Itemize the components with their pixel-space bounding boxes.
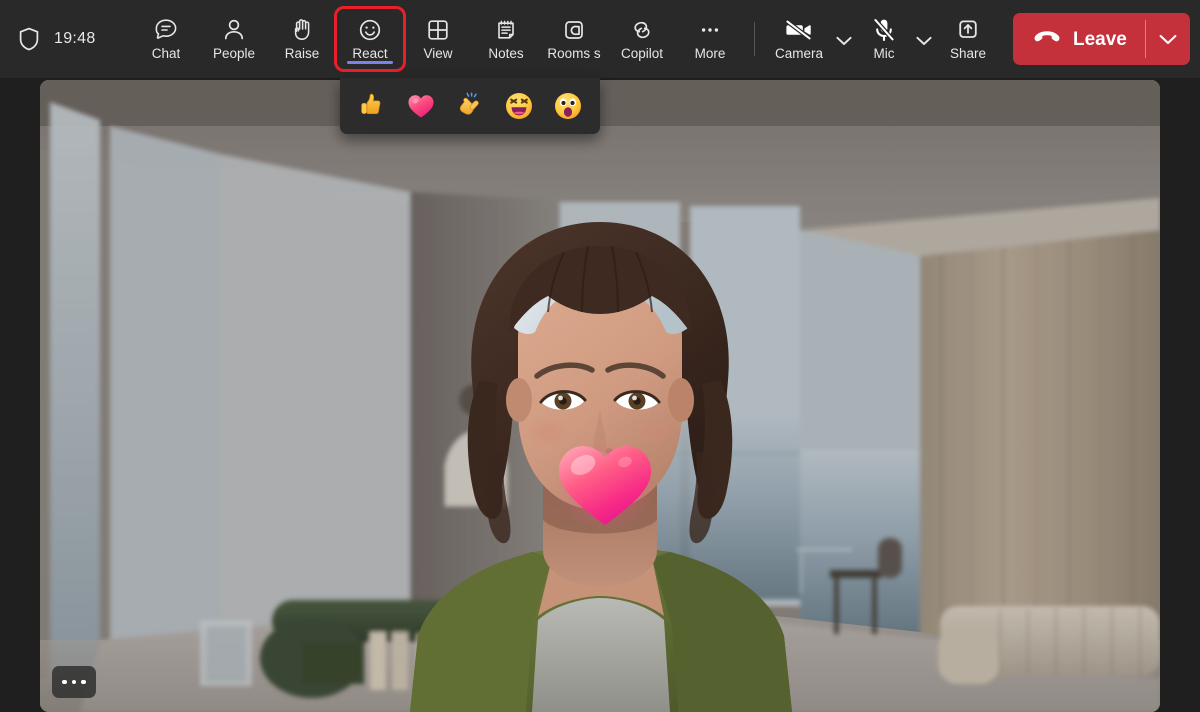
toolbar-button-mic[interactable]: Mic [857,8,911,70]
mic-control-group: Mic [857,8,937,70]
toolbar-button-raise[interactable]: Raise [268,8,336,70]
virtual-background-scene [40,80,1160,712]
teams-meeting-window: 19:48 Chat [0,0,1200,712]
chevron-down-icon [916,36,932,46]
toolbar-button-chat[interactable]: Chat [132,8,200,70]
toolbar-label-rooms: Rooms s [547,46,600,61]
reaction-applause[interactable] [451,87,489,125]
toolbar-label-view: View [423,46,452,61]
toolbar-label-camera: Camera [775,46,823,61]
leave-options-chevron[interactable] [1146,13,1190,65]
camera-off-icon [784,17,814,43]
smiley-face-icon [357,17,383,43]
toolbar-label-more: More [695,46,726,61]
meeting-timer: 19:48 [54,31,96,47]
chat-bubble-icon [153,17,179,43]
chevron-down-icon [836,36,852,46]
raised-hand-icon [289,17,315,43]
leave-button-label: Leave [1073,30,1127,49]
toolbar-label-share: Share [950,46,986,61]
toolbar-button-share[interactable]: Share [937,8,999,70]
meeting-stage [0,78,1200,712]
reaction-surprised[interactable] [549,87,587,125]
hang-up-icon [1033,28,1061,51]
camera-control-group: Camera [767,8,857,70]
mic-options-chevron[interactable] [911,13,937,69]
toolbar-label-raise: Raise [285,46,320,61]
leave-meeting-button[interactable]: Leave [1013,13,1190,65]
toolbar-right-group: Leave [999,13,1190,65]
camera-options-chevron[interactable] [831,13,857,69]
breakout-rooms-icon [561,17,587,43]
reaction-laugh[interactable] [500,87,538,125]
toolbar-label-mic: Mic [874,46,895,61]
copilot-icon [629,17,655,43]
toolbar-left-group: 19:48 [18,27,138,51]
ellipsis-icon [697,17,723,43]
reactions-popup [340,78,600,134]
toolbar-label-copilot: Copilot [621,46,663,61]
toolbar-divider [754,22,755,56]
leave-button-main[interactable]: Leave [1013,13,1145,65]
tile-more-options-button[interactable] [52,666,96,698]
toolbar-button-react[interactable]: React [336,8,404,70]
toolbar-button-rooms[interactable]: Rooms s [540,8,608,70]
reaction-heart[interactable] [402,87,440,125]
toolbar-label-chat: Chat [152,46,181,61]
reaction-thumbs-up[interactable] [353,87,391,125]
notepad-icon [493,17,519,43]
toolbar-button-camera[interactable]: Camera [767,8,831,70]
toolbar-button-copilot[interactable]: Copilot [608,8,676,70]
share-screen-icon [955,17,981,43]
toolbar-center-group: Chat People [132,8,999,70]
toolbar-button-view[interactable]: View [404,8,472,70]
meeting-toolbar: 19:48 Chat [0,0,1200,78]
grid-layout-icon [425,17,451,43]
toolbar-button-people[interactable]: People [200,8,268,70]
toolbar-button-notes[interactable]: Notes [472,8,540,70]
person-icon [221,17,247,43]
shield-icon [18,27,40,51]
toolbar-label-notes: Notes [488,46,523,61]
toolbar-label-react: React [352,46,387,61]
ellipsis-dot [62,680,67,685]
ellipsis-dot [72,680,77,685]
avatar-video-tile[interactable] [40,80,1160,712]
toolbar-button-more[interactable]: More [676,8,744,70]
toolbar-label-people: People [213,46,255,61]
mic-off-icon [871,17,897,43]
active-indicator [347,61,393,64]
ellipsis-dot [81,680,86,685]
chevron-down-icon [1159,34,1177,45]
